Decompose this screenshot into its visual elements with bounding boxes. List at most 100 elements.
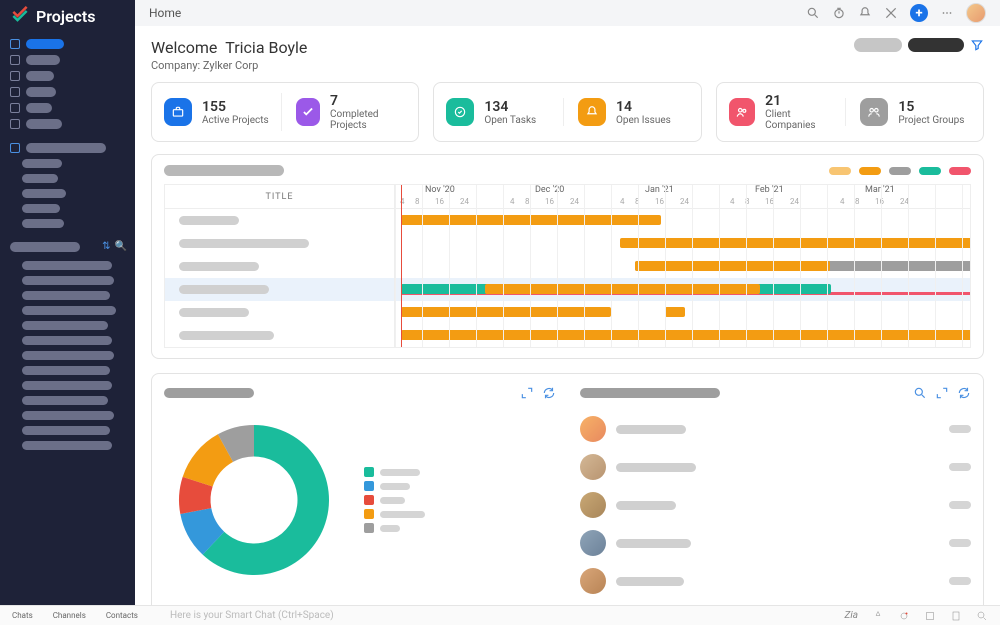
panel-title <box>164 388 254 398</box>
gantt-row-label[interactable] <box>165 301 394 324</box>
bb-icon[interactable] <box>976 610 988 622</box>
sidebar-item[interactable] <box>0 68 135 84</box>
bb-icon[interactable] <box>898 610 910 622</box>
bb-icon[interactable] <box>924 610 936 622</box>
sidebar-subitem[interactable] <box>0 186 135 201</box>
stat-card-projects: 155Active Projects 7Completed Projects <box>151 82 419 142</box>
welcome-heading: Welcome Tricia Boyle <box>151 38 307 57</box>
breadcrumb[interactable]: Home <box>149 6 181 20</box>
panel-title <box>580 388 720 398</box>
sidebar-subitem[interactable] <box>0 378 135 393</box>
sidebar-subitem[interactable] <box>0 273 135 288</box>
gantt-body <box>395 209 970 347</box>
sidebar-subitem[interactable] <box>0 333 135 348</box>
expand-icon[interactable] <box>520 386 534 400</box>
bell-icon[interactable] <box>858 6 872 20</box>
search-icon[interactable] <box>913 386 927 400</box>
open-issues-label: Open Issues <box>616 115 671 126</box>
filter-icon[interactable] <box>970 38 984 52</box>
app-name: Projects <box>36 7 96 26</box>
people-panel <box>568 374 984 605</box>
bb-icon[interactable] <box>872 610 884 622</box>
gantt-row-label[interactable] <box>165 232 394 255</box>
company-line: Company: Zylker Corp <box>151 59 307 72</box>
person-row[interactable] <box>580 524 972 562</box>
task-icon <box>446 98 474 126</box>
completed-projects-label: Completed Projects <box>330 109 406 131</box>
bottombar: Chats Channels Contacts Here is your Sma… <box>0 605 1000 625</box>
sidebar-subitem[interactable] <box>0 438 135 453</box>
timer-icon[interactable] <box>832 6 846 20</box>
bottom-tab-chats[interactable]: Chats <box>12 611 33 620</box>
gantt-panel: TITLE Nov '20Dec '20Jan '21Feb '21Mar '2… <box>151 154 984 359</box>
donut-panel <box>152 374 568 605</box>
sidebar-item[interactable] <box>0 52 135 68</box>
briefcase-icon <box>164 98 192 126</box>
sort-icon[interactable]: ⇅ <box>102 241 110 252</box>
check-icon <box>296 98 320 126</box>
sidebar-subitem[interactable] <box>0 216 135 231</box>
sidebar-item[interactable] <box>0 116 135 132</box>
logo-icon <box>10 6 30 26</box>
stat-card-clients: 21Client Companies 15Project Groups <box>716 82 984 142</box>
gantt-timeline: Nov '20Dec '20Jan '21Feb '21Mar '21Ap481… <box>395 185 970 209</box>
sidebar-group-head-2[interactable]: ⇅🔍 <box>0 235 135 254</box>
sidebar-subitem[interactable] <box>0 393 135 408</box>
bottom-tab-channels[interactable]: Channels <box>53 611 86 620</box>
group-icon <box>860 98 888 126</box>
open-tasks-num: 134 <box>484 99 536 115</box>
active-projects-label: Active Projects <box>202 115 269 126</box>
gantt-row-label[interactable] <box>165 209 394 232</box>
welcome-row: Welcome Tricia Boyle Company: Zylker Cor… <box>135 26 1000 78</box>
gantt-row-label[interactable] <box>165 324 394 347</box>
main-content: Welcome Tricia Boyle Company: Zylker Cor… <box>135 26 1000 605</box>
stat-card-tasks: 134Open Tasks 14Open Issues <box>433 82 701 142</box>
sidebar-item-home[interactable] <box>0 36 135 52</box>
sidebar-group-head[interactable] <box>0 140 135 156</box>
person-row[interactable] <box>580 448 972 486</box>
sidebar-subitem[interactable] <box>0 156 135 171</box>
sidebar-subitem[interactable] <box>0 348 135 363</box>
app-logo[interactable]: Projects <box>0 0 135 32</box>
tools-icon[interactable] <box>884 6 898 20</box>
open-tasks-label: Open Tasks <box>484 115 536 126</box>
menu-icon[interactable] <box>940 6 954 20</box>
user-avatar[interactable] <box>966 3 986 23</box>
completed-projects-num: 7 <box>330 93 406 109</box>
sidebar-subitem[interactable] <box>0 258 135 273</box>
person-row[interactable] <box>580 562 972 600</box>
sidebar-subitem[interactable] <box>0 288 135 303</box>
search-icon[interactable] <box>806 6 820 20</box>
bb-icon[interactable]: Zia <box>845 610 858 622</box>
refresh-icon[interactable] <box>957 386 971 400</box>
person-row[interactable] <box>580 486 972 524</box>
donut-legend <box>364 463 425 537</box>
bb-icon[interactable] <box>950 610 962 622</box>
gantt-row-label[interactable] <box>165 255 394 278</box>
active-projects-num: 155 <box>202 99 269 115</box>
bottom-panels <box>151 373 984 605</box>
smart-chat-hint[interactable]: Here is your Smart Chat (Ctrl+Space) <box>170 610 334 621</box>
view-pill-active[interactable] <box>908 38 964 52</box>
sidebar-subitem[interactable] <box>0 423 135 438</box>
sidebar-subitem[interactable] <box>0 318 135 333</box>
client-companies-num: 21 <box>765 93 839 109</box>
gantt-row-label-active[interactable] <box>165 278 394 301</box>
sidebar-subitem[interactable] <box>0 171 135 186</box>
expand-icon[interactable] <box>935 386 949 400</box>
people-icon <box>729 98 755 126</box>
sidebar-subitem[interactable] <box>0 303 135 318</box>
client-companies-label: Client Companies <box>765 109 839 131</box>
sidebar-subitem[interactable] <box>0 408 135 423</box>
person-row[interactable] <box>580 410 972 448</box>
refresh-icon[interactable] <box>542 386 556 400</box>
sidebar-item[interactable] <box>0 100 135 116</box>
bottom-tab-contacts[interactable]: Contacts <box>106 611 138 620</box>
sidebar-subitem[interactable] <box>0 363 135 378</box>
view-pill[interactable] <box>854 38 902 52</box>
sidebar-subitem[interactable] <box>0 201 135 216</box>
project-groups-label: Project Groups <box>898 115 964 126</box>
sidebar-item[interactable] <box>0 84 135 100</box>
add-button[interactable]: + <box>910 4 928 22</box>
search-icon[interactable]: 🔍 <box>115 241 127 252</box>
